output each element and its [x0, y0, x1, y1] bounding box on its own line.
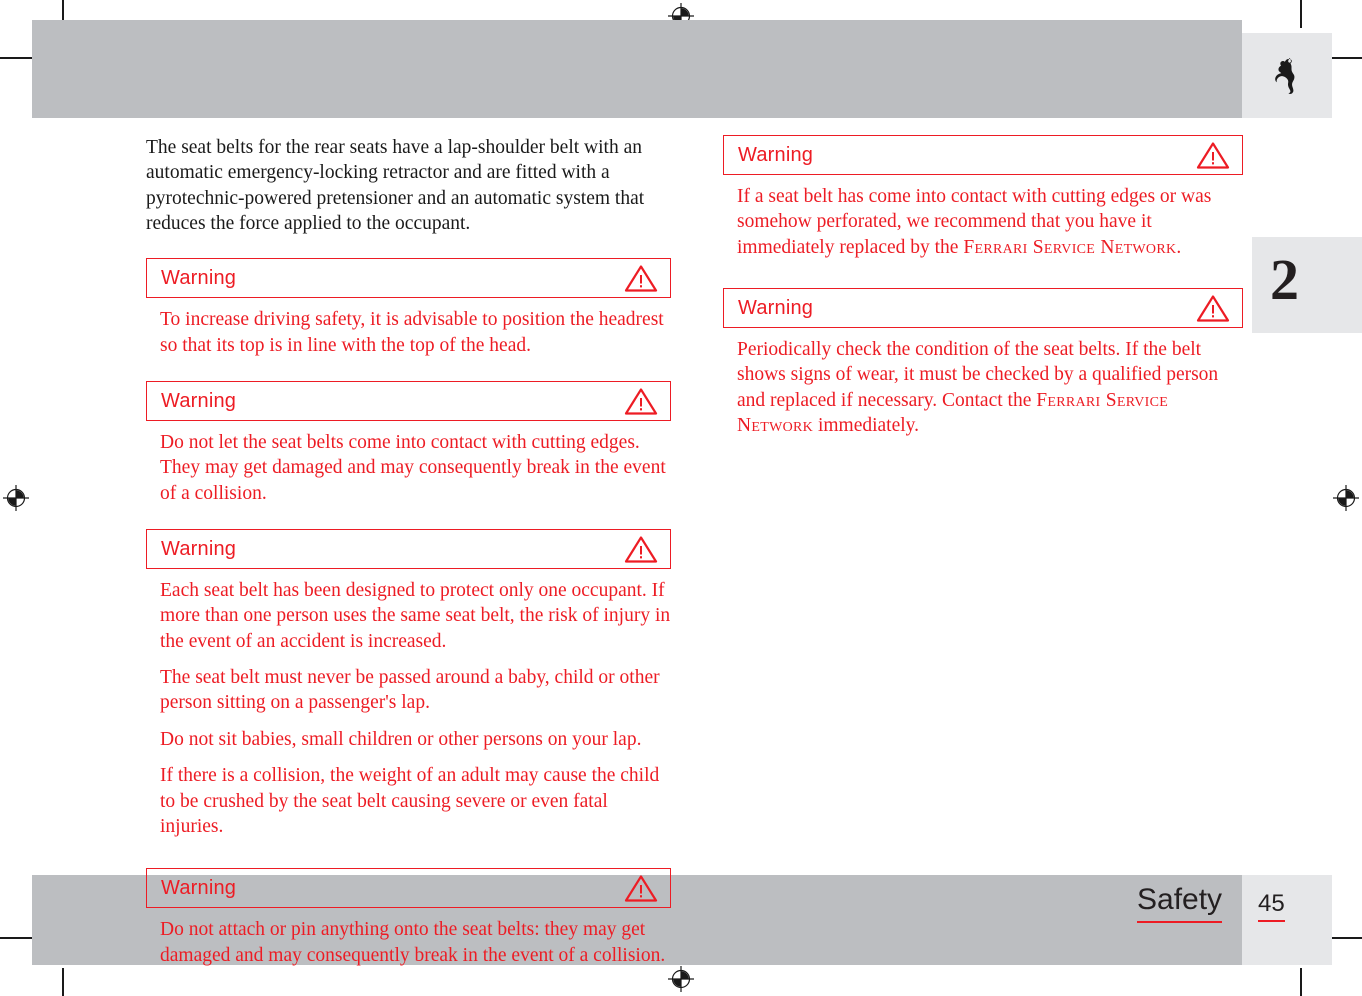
- right-column: Warning If a seat belt has come into con…: [723, 135, 1243, 461]
- page-number-tab: 45: [1242, 875, 1332, 965]
- warning-paragraph: To increase driving safety, it is advisa…: [160, 309, 664, 356]
- warning-triangle-icon: [1196, 141, 1230, 169]
- warning-block: Warning If a seat belt has come into con…: [723, 135, 1243, 260]
- left-column: The seat belts for the rear seats have a…: [146, 135, 671, 991]
- warning-body: Each seat belt has been designed to prot…: [146, 569, 671, 839]
- header-band: [32, 20, 1242, 118]
- crop-mark-top-right-vertical: [1300, 0, 1302, 28]
- warning-block: Warning Do not let the seat belts come i…: [146, 381, 671, 506]
- warning-label: Warning: [161, 537, 237, 560]
- warning-header: Warning: [723, 288, 1243, 329]
- warning-block: Warning To increase driving safety, it i…: [146, 258, 671, 358]
- warning-body: Periodically check the condition of the …: [723, 328, 1243, 438]
- warning-header: Warning: [146, 529, 671, 570]
- warning-paragraph: Do not let the seat belts come into cont…: [160, 432, 666, 504]
- warning-triangle-icon: [624, 265, 658, 292]
- small-caps-term: Ferrari Service Network: [737, 389, 1169, 437]
- warning-paragraph: Do not sit babies, small children or oth…: [160, 728, 642, 750]
- warning-block: Warning Periodically check the condition…: [723, 288, 1243, 438]
- warning-label: Warning: [161, 266, 237, 289]
- manual-page: 2 Safety 45 The seat belts for the rear …: [0, 0, 1362, 996]
- crop-mark-bottom-left-horizontal: [0, 937, 34, 939]
- registration-mark-left: [3, 485, 29, 511]
- warning-label: Warning: [738, 296, 814, 319]
- warning-paragraph: Do not attach or pin anything onto the s…: [160, 919, 666, 966]
- warning-label: Warning: [738, 143, 814, 166]
- warning-body: Do not let the seat belts come into cont…: [146, 421, 671, 506]
- registration-mark-right: [1333, 485, 1359, 511]
- ferrari-prancing-horse-logo: [1275, 57, 1295, 94]
- intro-paragraph: The seat belts for the rear seats have a…: [146, 137, 645, 235]
- section-title: Safety: [1137, 883, 1223, 923]
- warning-paragraph: If a seat belt has come into contact wit…: [737, 186, 1212, 258]
- warning-triangle-icon: [1196, 294, 1230, 322]
- warning-header: Warning: [723, 135, 1243, 175]
- chapter-tab[interactable]: 2: [1252, 237, 1362, 333]
- warning-block: Warning Each seat belt has been designed…: [146, 529, 671, 839]
- warning-header: Warning: [146, 868, 671, 909]
- warning-block: Warning Do not attach or pin anything on…: [146, 868, 671, 968]
- logo-tab: [1242, 33, 1332, 118]
- crop-mark-bottom-left-vertical: [62, 968, 64, 996]
- warning-paragraph: Periodically check the condition of the …: [737, 339, 1219, 437]
- warning-paragraph: If there is a collision, the weight of a…: [160, 765, 660, 837]
- warning-body: If a seat belt has come into contact wit…: [723, 175, 1243, 260]
- page-number: 45: [1258, 890, 1285, 923]
- warning-label: Warning: [161, 876, 237, 899]
- warning-triangle-icon: [624, 387, 658, 415]
- crop-mark-top-right-horizontal: [1328, 57, 1362, 59]
- crop-mark-top-left-horizontal: [0, 57, 34, 59]
- registration-mark-bottom: [668, 966, 694, 992]
- crop-mark-bottom-right-horizontal: [1328, 937, 1362, 939]
- warning-triangle-icon: [624, 875, 658, 902]
- warning-header: Warning: [146, 381, 671, 422]
- warning-paragraph: The seat belt must never be passed aroun…: [160, 667, 660, 714]
- warning-body: To increase driving safety, it is advisa…: [146, 298, 671, 358]
- crop-mark-bottom-right-vertical: [1300, 968, 1302, 996]
- warning-triangle-icon: [624, 535, 658, 563]
- small-caps-term: Ferrari Service Network: [963, 236, 1177, 258]
- chapter-number: 2: [1270, 247, 1299, 312]
- warning-label: Warning: [161, 389, 237, 412]
- warning-header: Warning: [146, 258, 671, 299]
- warning-paragraph: Each seat belt has been designed to prot…: [160, 580, 671, 652]
- warning-body: Do not attach or pin anything onto the s…: [146, 908, 671, 968]
